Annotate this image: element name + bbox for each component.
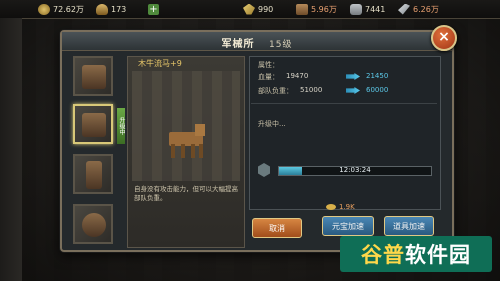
load-label: 部队负重：: [258, 87, 293, 95]
cancel-button[interactable]: 取消: [252, 218, 302, 238]
thumb-tower[interactable]: [73, 154, 113, 194]
unit-name: 木牛流马+9: [138, 59, 182, 68]
coin-icon: [38, 3, 50, 15]
ox-head: [195, 124, 205, 136]
wood-value: 5.96万: [311, 4, 337, 14]
ingot-icon: [326, 204, 336, 210]
site-watermark: 谷普 软件园: [340, 236, 492, 272]
dialog-titlebar: 军械所 15级: [62, 32, 452, 51]
add-resource-button[interactable]: +: [148, 3, 159, 15]
hp-label: 血量：: [258, 73, 279, 81]
upgrading-badge: 升级中: [117, 108, 125, 144]
bowl-icon: [96, 3, 108, 15]
watermark-text-b: 软件园: [405, 243, 471, 267]
stone-value: 7441: [365, 4, 386, 14]
cost-value: 1.9K: [339, 203, 355, 211]
building-level: 15级: [269, 40, 293, 50]
wheat-value: 990: [258, 4, 274, 14]
unit-description: 自身没有攻击能力，但可以大幅提高部队负重。: [134, 185, 238, 202]
iron-resource: 6.26万: [398, 3, 439, 15]
watermark-text-a: 谷普: [361, 243, 405, 267]
wooden-ox-illustration: [161, 124, 211, 162]
hp-next: 21450: [366, 72, 389, 80]
cost-display: 1.9K: [326, 203, 355, 211]
coin-resource: 72.62万: [38, 3, 84, 15]
time-remaining: 12:03:24: [339, 166, 371, 174]
stone-icon: [350, 3, 362, 15]
ingot-speedup-button[interactable]: 元宝加速: [322, 216, 374, 236]
thumb-catapult[interactable]: [73, 56, 113, 96]
iron-icon: [398, 3, 410, 15]
plus-icon[interactable]: +: [148, 3, 159, 15]
hp-current: 19470: [286, 72, 309, 80]
wooden-ox-icon: [82, 113, 106, 137]
thumb-wooden-ox[interactable]: [73, 104, 113, 144]
ox-leg: [181, 144, 185, 158]
bowl-value: 173: [111, 4, 127, 14]
item-speedup-button[interactable]: 道具加速: [384, 216, 434, 236]
divider: [251, 103, 437, 104]
load-current: 51000: [300, 86, 323, 94]
ox-leg: [191, 144, 195, 158]
dialog-title-text: 军械所: [221, 39, 255, 50]
catapult-icon: [82, 65, 106, 89]
ox-leg: [199, 144, 203, 158]
iron-value: 6.26万: [413, 4, 439, 14]
thumb-ram[interactable]: [73, 204, 113, 244]
dialog-title: 军械所 15级: [62, 35, 452, 50]
ram-icon: [82, 213, 106, 237]
resource-bar: 72.62万 173 + 990 5.96万 7441 6.26万: [0, 0, 500, 19]
close-button[interactable]: ×: [431, 25, 457, 51]
left-strip: [0, 18, 22, 281]
upgrade-progress-bar: 12:03:24: [278, 166, 432, 176]
upgrading-status: 升级中...: [258, 120, 286, 128]
load-next: 60000: [366, 86, 389, 94]
ox-leg: [171, 144, 175, 158]
attr-title: 属性：: [258, 61, 279, 69]
wood-icon: [296, 3, 308, 15]
wheat-icon: [243, 3, 255, 15]
wheat-resource: 990: [243, 3, 273, 15]
stone-resource: 7441: [350, 3, 385, 15]
tower-icon: [86, 161, 102, 189]
bowl-resource: 173: [96, 3, 126, 15]
coin-value: 72.62万: [53, 4, 84, 14]
wood-resource: 5.96万: [296, 3, 337, 15]
